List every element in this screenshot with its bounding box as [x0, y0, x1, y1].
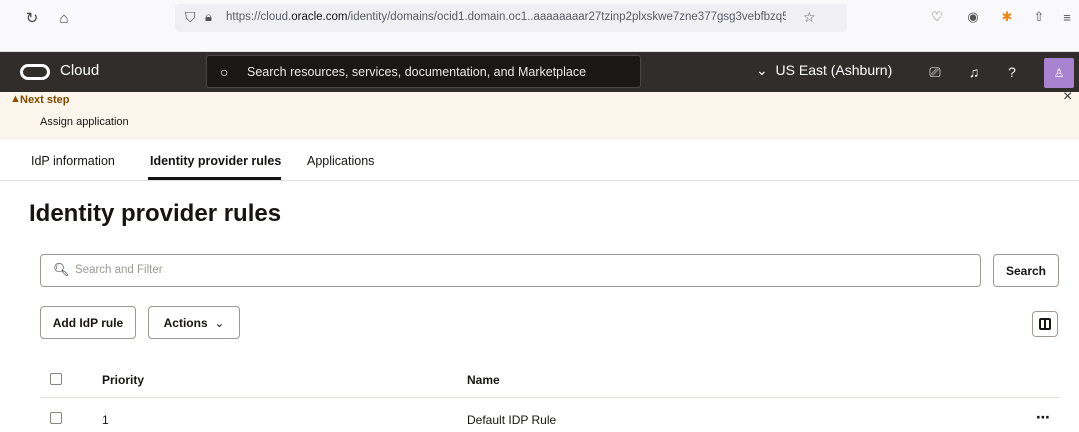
table-row[interactable]: 1 Default IDP Rule ⋯ — [40, 398, 1060, 432]
menu-icon[interactable]: ≡ — [1058, 8, 1076, 26]
filter-placeholder: Search and Filter — [75, 264, 163, 276]
page-title: Identity provider rules — [29, 200, 282, 227]
search-icon: ○ — [220, 64, 229, 80]
close-icon[interactable]: × — [1063, 88, 1072, 106]
url-prefix: https://cloud. — [226, 11, 292, 23]
active-tab-indicator — [148, 177, 281, 180]
browser-toolbar: ↻ ⌂ ⛉ 🔒︎ https://cloud.oracle.com/identi… — [0, 0, 1079, 52]
row-priority: 1 — [102, 413, 109, 427]
tab-applications[interactable]: Applications — [307, 154, 374, 168]
banner-title: Next step — [20, 94, 70, 106]
chevron-down-icon: ⌄ — [756, 62, 768, 78]
bookmark-star-icon[interactable]: ☆ — [803, 9, 816, 26]
table-header: Priority Name — [40, 360, 1060, 398]
bell-icon[interactable]: ♫ — [965, 63, 983, 81]
url-domain: oracle.com — [291, 11, 348, 23]
actions-button[interactable]: Actions ⌄ — [148, 306, 240, 339]
help-icon[interactable]: ? — [1003, 63, 1021, 81]
search-button[interactable]: Search — [993, 254, 1059, 287]
row-actions-menu-icon[interactable]: ⋯ — [1036, 409, 1050, 426]
column-header-priority[interactable]: Priority — [102, 373, 144, 387]
share-icon[interactable]: ⇧ — [1030, 8, 1048, 26]
global-search-placeholder: Search resources, services, documentatio… — [247, 65, 587, 79]
search-filter-input[interactable]: 🔍︎ Search and Filter — [40, 254, 981, 287]
region-selector[interactable]: ⌄ US East (Ashburn) — [756, 62, 892, 79]
actions-label: Actions — [163, 315, 208, 330]
url-path: /identity/domains/ocid1.domain.oc1..aaaa… — [347, 11, 786, 23]
column-header-name[interactable]: Name — [467, 373, 500, 387]
columns-icon — [1039, 318, 1051, 330]
home-icon[interactable]: ⌂ — [54, 8, 74, 28]
row-name[interactable]: Default IDP Rule — [467, 413, 556, 427]
tab-bar: IdP information Identity provider rules … — [0, 139, 1079, 181]
tab-identity-provider-rules[interactable]: Identity provider rules — [150, 154, 281, 168]
banner-subtitle[interactable]: Assign application — [40, 116, 129, 128]
extension-icon[interactable]: ✱ — [998, 8, 1016, 26]
tab-idp-information[interactable]: IdP information — [31, 154, 115, 168]
add-idp-rule-button[interactable]: Add IdP rule — [40, 306, 136, 339]
select-all-checkbox[interactable] — [50, 373, 62, 385]
shield-icon[interactable]: ⛉ — [185, 9, 196, 26]
row-checkbox[interactable] — [50, 412, 62, 424]
account-icon[interactable]: ◉ — [964, 8, 982, 26]
global-search-input[interactable]: ○ Search resources, services, documentat… — [206, 55, 641, 88]
cloud-shell-icon[interactable]: ⎚ — [926, 63, 944, 81]
lock-icon[interactable]: 🔒︎ — [205, 9, 212, 25]
oci-header: Cloud ○ Search resources, services, docu… — [0, 52, 1079, 92]
reload-icon[interactable]: ↻ — [22, 8, 42, 28]
oracle-logo-icon[interactable] — [20, 64, 50, 80]
region-label: US East (Ashburn) — [775, 62, 893, 78]
next-step-banner: ▲ Next step Assign application × — [0, 88, 1079, 139]
chevron-down-icon: ⌄ — [214, 315, 225, 330]
avatar[interactable]: ♙ — [1044, 58, 1074, 88]
columns-toggle-button[interactable] — [1032, 311, 1058, 337]
pocket-icon[interactable]: ♡ — [928, 8, 946, 26]
address-bar[interactable]: ⛉ 🔒︎ https://cloud.oracle.com/identity/d… — [175, 4, 847, 32]
user-icon: ♙ — [1053, 66, 1065, 80]
url-text: https://cloud.oracle.com/identity/domain… — [226, 11, 786, 23]
logo-text[interactable]: Cloud — [60, 62, 99, 79]
search-icon: 🔍︎ — [53, 262, 70, 277]
